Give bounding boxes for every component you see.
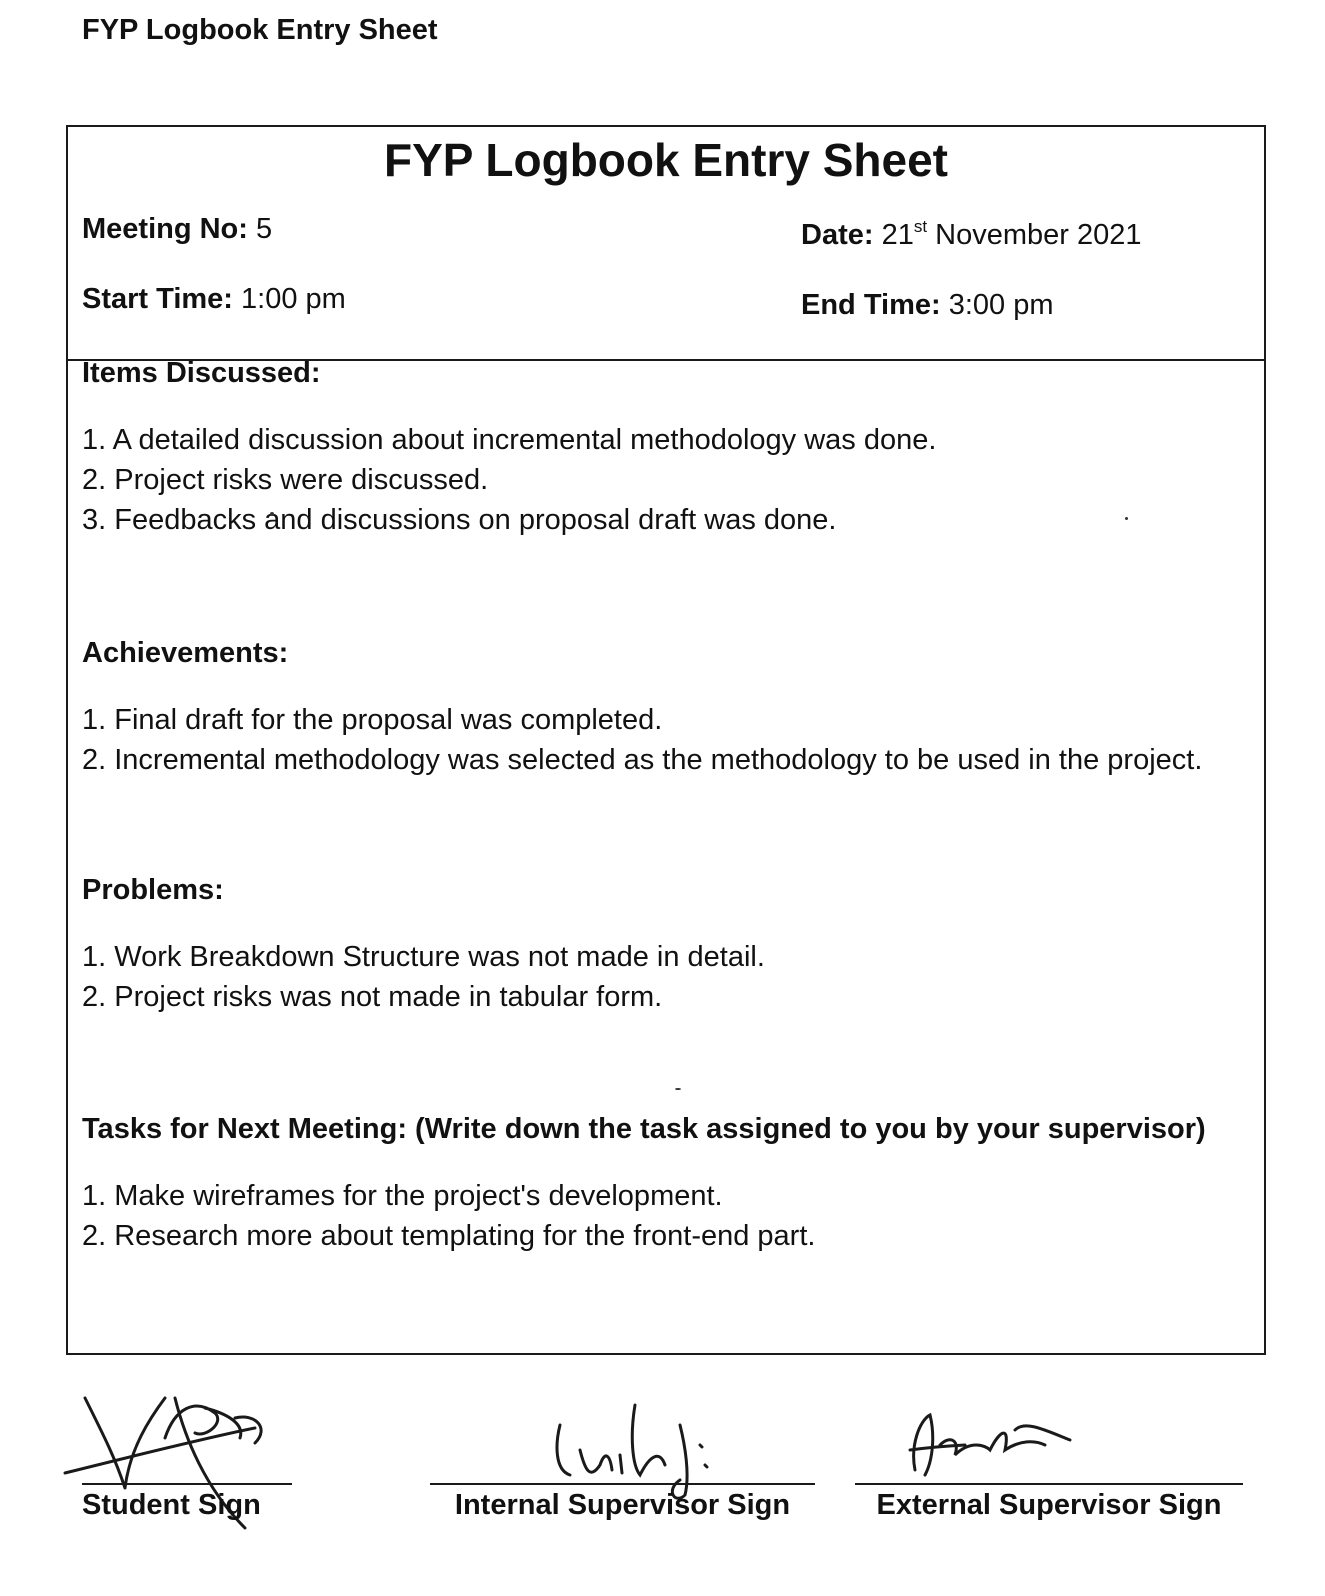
start-time-value: 1:00 pm xyxy=(241,283,346,315)
achievements-section: Achievements: 1. Final draft for the pro… xyxy=(82,637,1250,780)
meeting-number: Meeting No: 5 xyxy=(82,213,272,246)
end-time: End Time: 3:00 pm xyxy=(801,289,1054,322)
tasks-title: Tasks for Next Meeting: (Write down the … xyxy=(82,1113,1206,1145)
meeting-number-value: 5 xyxy=(256,213,273,245)
external-supervisor-signature: External Supervisor Sign xyxy=(855,1483,1243,1521)
page-header: FYP Logbook Entry Sheet xyxy=(82,14,438,46)
meeting-date: Date: 21st November 2021 xyxy=(801,217,1142,252)
list-item: 2. Research more about templating for th… xyxy=(82,1220,816,1252)
student-signature: Student Sign xyxy=(82,1483,292,1521)
achievements-title: Achievements: xyxy=(82,637,289,669)
scan-speck xyxy=(1125,517,1128,520)
tasks-list: 1. Make wireframes for the project's dev… xyxy=(82,1176,1260,1256)
logbook-sheet: FYP Logbook Entry Sheet Meeting No: 5 Da… xyxy=(66,125,1266,1355)
external-supervisor-sign-label: External Supervisor Sign xyxy=(876,1489,1222,1521)
scan-speck xyxy=(675,1088,681,1090)
start-time-label: Start Time: xyxy=(82,283,233,315)
external-signature-mark xyxy=(908,1412,1072,1477)
start-time: Start Time: 1:00 pm xyxy=(82,283,346,316)
list-item: 2. Project risks were discussed. xyxy=(82,464,489,496)
list-item: 1. Work Breakdown Structure was not made… xyxy=(82,941,765,973)
end-time-value: 3:00 pm xyxy=(948,289,1054,321)
meeting-meta-section: FYP Logbook Entry Sheet Meeting No: 5 Da… xyxy=(68,127,1264,361)
achievements-list: 1. Final draft for the proposal was comp… xyxy=(82,700,1250,780)
scan-speck xyxy=(270,512,274,516)
student-sign-label: Student Sign xyxy=(82,1489,261,1521)
meeting-date-label: Date: xyxy=(801,219,874,251)
sheet-title: FYP Logbook Entry Sheet xyxy=(384,134,948,186)
problems-section: Problems: 1. Work Breakdown Structure wa… xyxy=(82,874,1250,1017)
internal-supervisor-sign-label: Internal Supervisor Sign xyxy=(454,1489,791,1521)
problems-title: Problems: xyxy=(82,874,224,906)
meeting-date-rest: November 2021 xyxy=(935,219,1142,251)
list-item: 2. Incremental methodology was selected … xyxy=(82,744,1203,776)
end-time-label: End Time: xyxy=(801,289,941,321)
tasks-section: Tasks for Next Meeting: (Write down the … xyxy=(82,1113,1260,1256)
internal-supervisor-signature: Internal Supervisor Sign xyxy=(430,1483,815,1521)
list-item: 3. Feedbacks and discussions on proposal… xyxy=(82,504,837,536)
list-item: 1. A detailed discussion about increment… xyxy=(82,424,937,456)
items-discussed-section: Items Discussed: 1. A detailed discussio… xyxy=(82,357,1250,540)
list-item: 1. Make wireframes for the project's dev… xyxy=(82,1180,723,1212)
problems-list: 1. Work Breakdown Structure was not made… xyxy=(82,937,1250,1017)
meeting-date-day: 21 xyxy=(881,219,914,251)
list-item: 2. Project risks was not made in tabular… xyxy=(82,981,663,1013)
meeting-date-suffix: st xyxy=(913,217,928,236)
meeting-number-label: Meeting No: xyxy=(82,213,248,245)
items-discussed-title: Items Discussed: xyxy=(82,357,321,389)
items-discussed-list: 1. A detailed discussion about increment… xyxy=(82,420,1250,540)
list-item: 1. Final draft for the proposal was comp… xyxy=(82,704,663,736)
